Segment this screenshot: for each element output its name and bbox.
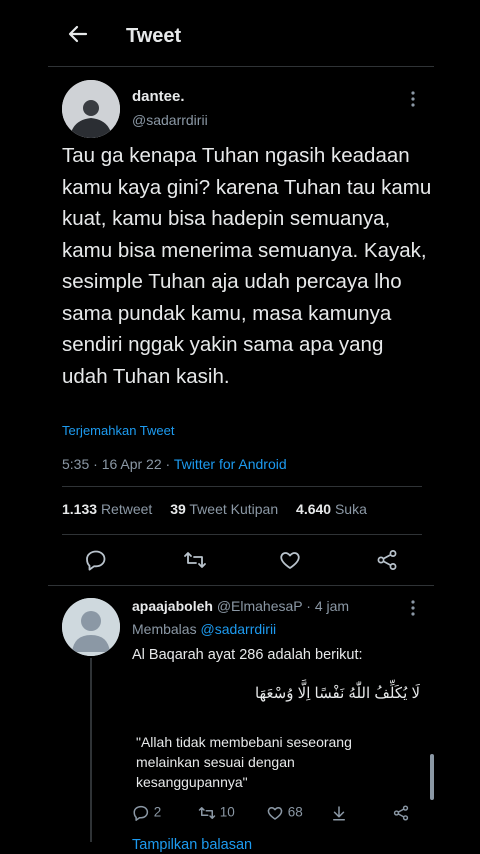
top-bar: Tweet	[48, 0, 434, 67]
retweet-count: 10	[219, 804, 235, 820]
like-icon[interactable]	[278, 548, 302, 572]
retweet-icon	[198, 807, 216, 819]
tweet-detail-screen: Tweet dantee. @sadarrdirii Tau ga kenapa…	[48, 0, 434, 854]
tweet-source-link[interactable]: Twitter for Android	[174, 456, 287, 472]
quote-count[interactable]: 39 Tweet Kutipan	[170, 501, 278, 517]
reply-author-name[interactable]: apaajaboleh	[132, 598, 213, 614]
reply-icon	[133, 805, 149, 821]
scrollbar[interactable]	[430, 754, 434, 800]
reply-header: apaajaboleh @ElmahesaP · 4 jam	[132, 598, 349, 614]
reply-share-button[interactable]	[392, 804, 410, 822]
retweet-count[interactable]: 1.133 Retweet	[62, 501, 152, 517]
reply-icon[interactable]	[84, 548, 108, 572]
share-icon	[393, 805, 409, 821]
author-avatar[interactable]	[62, 80, 120, 138]
like-count: 68	[287, 804, 303, 820]
reply-reply-button[interactable]: 2	[132, 804, 161, 822]
replying-to-handle[interactable]: @sadarrdirii	[200, 621, 276, 637]
divider	[48, 585, 434, 586]
reply-count: 2	[153, 804, 162, 820]
show-replies-link[interactable]: Tampilkan balasan	[132, 837, 252, 853]
replying-to: Membalas @sadarrdirii	[132, 621, 277, 637]
more-options-icon[interactable]	[410, 599, 416, 617]
author-handle[interactable]: @sadarrdirii	[132, 112, 208, 128]
translate-tweet-link[interactable]: Terjemahkan Tweet	[62, 423, 175, 438]
like-count[interactable]: 4.640 Suka	[296, 501, 367, 517]
reply-retweet-button[interactable]: 10	[198, 804, 235, 822]
page-title: Tweet	[126, 25, 182, 47]
share-icon[interactable]	[375, 548, 399, 572]
divider	[62, 534, 422, 535]
reply-like-button[interactable]: 68	[266, 804, 303, 822]
tweet-text: Tau ga kenapa Tuhan ngasih keadaan kamu …	[62, 144, 432, 388]
thread-line	[90, 658, 92, 842]
tweet-stats: 1.133 Retweet 39 Tweet Kutipan 4.640 Suk…	[62, 501, 381, 517]
reply-download-button[interactable]	[330, 804, 348, 822]
reply-author-avatar[interactable]	[62, 598, 120, 656]
author-name[interactable]: dantee.	[132, 88, 185, 105]
reply-text: Al Baqarah ayat 286 adalah berikut:	[132, 647, 363, 663]
like-icon	[267, 807, 283, 820]
back-arrow-icon[interactable]	[66, 22, 90, 46]
reply-author-handle[interactable]: @ElmahesaP	[217, 598, 303, 614]
tweet-timestamp: 5:35 · 16 Apr 22 ·	[62, 456, 174, 472]
retweet-icon[interactable]	[183, 548, 207, 572]
tweet-metadata: 5:35 · 16 Apr 22 · Twitter for Android	[62, 456, 287, 472]
more-options-icon[interactable]	[410, 90, 416, 108]
person-photo	[62, 80, 120, 138]
default-avatar-icon	[62, 598, 120, 656]
download-icon	[333, 806, 345, 821]
verse-translation: "Allah tidak membebani seseorang melaink…	[136, 734, 352, 790]
reply-time: · 4 jam	[306, 598, 350, 614]
divider	[62, 486, 422, 487]
arabic-verse: لَا يُكَلِّفُ اللّٰهُ نَفْسًا اِلَّا وُس…	[254, 685, 420, 702]
